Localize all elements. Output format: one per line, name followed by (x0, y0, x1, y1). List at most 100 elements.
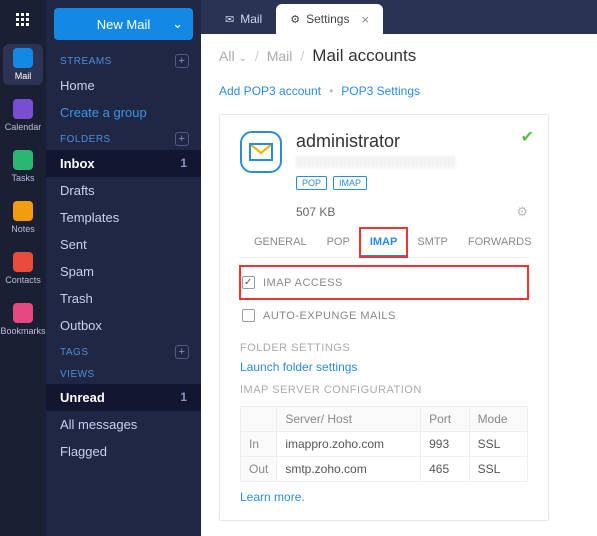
account-email-redacted (296, 156, 456, 168)
auto-expunge-label: AUTO-EXPUNGE MAILS (263, 310, 396, 322)
subtab-imap[interactable]: IMAP (360, 228, 408, 257)
add-streams-icon[interactable]: + (175, 54, 189, 68)
badge-pop: POP (296, 176, 327, 190)
rail-notes[interactable]: Notes (3, 197, 43, 238)
item-label: Inbox (60, 156, 95, 171)
item-label: All messages (60, 417, 137, 432)
chevron-down-icon[interactable]: ⌄ (172, 16, 183, 32)
auto-expunge-row[interactable]: AUTO-EXPUNGE MAILS (240, 299, 528, 332)
learn-more-link[interactable]: Learn more. (240, 490, 528, 504)
item-label: Sent (60, 237, 87, 252)
action-1[interactable]: POP3 Settings (341, 84, 420, 98)
item-label: Spam (60, 264, 94, 279)
item-count: 1 (180, 390, 187, 405)
item-count: 1 (180, 156, 187, 171)
folders-item-6[interactable]: Outbox (46, 312, 201, 339)
rail-label: Tasks (11, 173, 34, 183)
table-header: Port (421, 407, 469, 432)
breadcrumb-sep: / (255, 48, 259, 64)
add-folders-icon[interactable]: + (175, 132, 189, 146)
add-tags-icon[interactable]: + (175, 345, 189, 359)
storage-size: 507 KB (296, 205, 335, 219)
table-header: Server/ Host (277, 407, 421, 432)
tab-label: Settings (306, 12, 349, 26)
contacts-icon (13, 252, 33, 272)
gear-icon[interactable]: ⚙ (516, 204, 528, 220)
account-card: ✔ administrator POPIMAP 507 KB ⚙ GENERAL… (219, 114, 549, 521)
folders-item-5[interactable]: Trash (46, 285, 201, 312)
action-links: Add POP3 account • POP3 Settings (219, 84, 579, 98)
apps-icon (13, 10, 33, 30)
table-cell: Out (241, 457, 277, 482)
item-label: Trash (60, 291, 93, 306)
table-header (241, 407, 277, 432)
item-label: Unread (60, 390, 105, 405)
new-mail-button[interactable]: New Mail ⌄ (54, 8, 193, 40)
mail-icon (13, 48, 33, 68)
section-title: TAGS (60, 347, 88, 358)
section-streams-header: STREAMS + (46, 48, 201, 72)
tasks-icon (13, 150, 33, 170)
app-rail: Mail Calendar Tasks Notes Contacts Bookmarks (0, 0, 46, 536)
action-sep: • (329, 84, 333, 98)
gear-icon: ⚙ (290, 13, 300, 26)
folders-item-4[interactable]: Spam (46, 258, 201, 285)
tab-label: Mail (240, 12, 262, 26)
subtab-smtp[interactable]: SMTP (407, 228, 458, 257)
table-row: Outsmtp.zoho.com465SSL (241, 457, 528, 482)
verified-icon: ✔ (521, 127, 534, 147)
bookmarks-icon (13, 303, 33, 323)
imap-access-row[interactable]: IMAP ACCESS (240, 266, 528, 299)
sidebar: New Mail ⌄ STREAMS + Home Create a group FOL… (46, 0, 201, 536)
rail-bookmarks[interactable]: Bookmarks (3, 299, 43, 340)
rail-tasks[interactable]: Tasks (3, 146, 43, 187)
rail-label: Bookmarks (1, 326, 46, 336)
main-pane: ✉Mail⚙Settings× All ⌄/Mail/Mail accounts… (201, 0, 597, 536)
rail-mail[interactable]: Mail (3, 44, 43, 85)
folders-item-3[interactable]: Sent (46, 231, 201, 258)
breadcrumb: All ⌄/Mail/Mail accounts (201, 34, 597, 74)
notes-icon (13, 201, 33, 221)
item-label: Drafts (60, 183, 95, 198)
table-cell: smtp.zoho.com (277, 457, 421, 482)
table-cell: SSL (469, 432, 527, 457)
folders-item-1[interactable]: Drafts (46, 177, 201, 204)
subtab-general[interactable]: GENERAL (244, 228, 317, 257)
breadcrumb-seg-0[interactable]: All ⌄ (219, 48, 247, 64)
tab-mail[interactable]: ✉Mail (211, 4, 276, 34)
item-label: Create a group (60, 105, 147, 120)
section-title: STREAMS (60, 56, 112, 67)
close-icon[interactable]: × (361, 12, 369, 27)
imap-access-checkbox[interactable] (242, 276, 255, 289)
server-config-title: IMAP SERVER CONFIGURATION (240, 374, 528, 402)
folders-item-2[interactable]: Templates (46, 204, 201, 231)
item-label: Home (60, 78, 95, 93)
table-cell: In (241, 432, 277, 457)
protocol-badges: POP IMAP (296, 176, 456, 190)
views-item-1[interactable]: All messages (46, 411, 201, 438)
rail-apps[interactable] (3, 6, 43, 34)
breadcrumb-seg-1[interactable]: Mail (267, 48, 293, 64)
folders-item-0[interactable]: Inbox 1 (46, 150, 201, 177)
streams-item-1[interactable]: Create a group (46, 99, 201, 126)
action-0[interactable]: Add POP3 account (219, 84, 321, 98)
table-cell: 465 (421, 457, 469, 482)
rail-calendar[interactable]: Calendar (3, 95, 43, 136)
content: Add POP3 account • POP3 Settings ✔ adminis… (201, 74, 597, 536)
subtab-forwards[interactable]: FORWARDS (458, 228, 542, 257)
launch-folder-settings-link[interactable]: Launch folder settings (240, 360, 528, 374)
rail-label: Mail (15, 71, 32, 81)
tab-strip: ✉Mail ⚙ Settings × (201, 0, 597, 34)
rail-contacts[interactable]: Contacts (3, 248, 43, 289)
auto-expunge-checkbox[interactable] (242, 309, 255, 322)
views-item-2[interactable]: Flagged (46, 438, 201, 465)
item-label: Outbox (60, 318, 102, 333)
imap-access-label: IMAP ACCESS (263, 277, 343, 289)
badge-imap: IMAP (333, 176, 367, 190)
subtab-pop[interactable]: POP (317, 228, 360, 257)
streams-item-0[interactable]: Home (46, 72, 201, 99)
tab-settings[interactable]: ⚙ Settings × (276, 4, 383, 34)
section-title: VIEWS (60, 369, 95, 380)
views-item-0[interactable]: Unread 1 (46, 384, 201, 411)
section-title: FOLDERS (60, 134, 111, 145)
